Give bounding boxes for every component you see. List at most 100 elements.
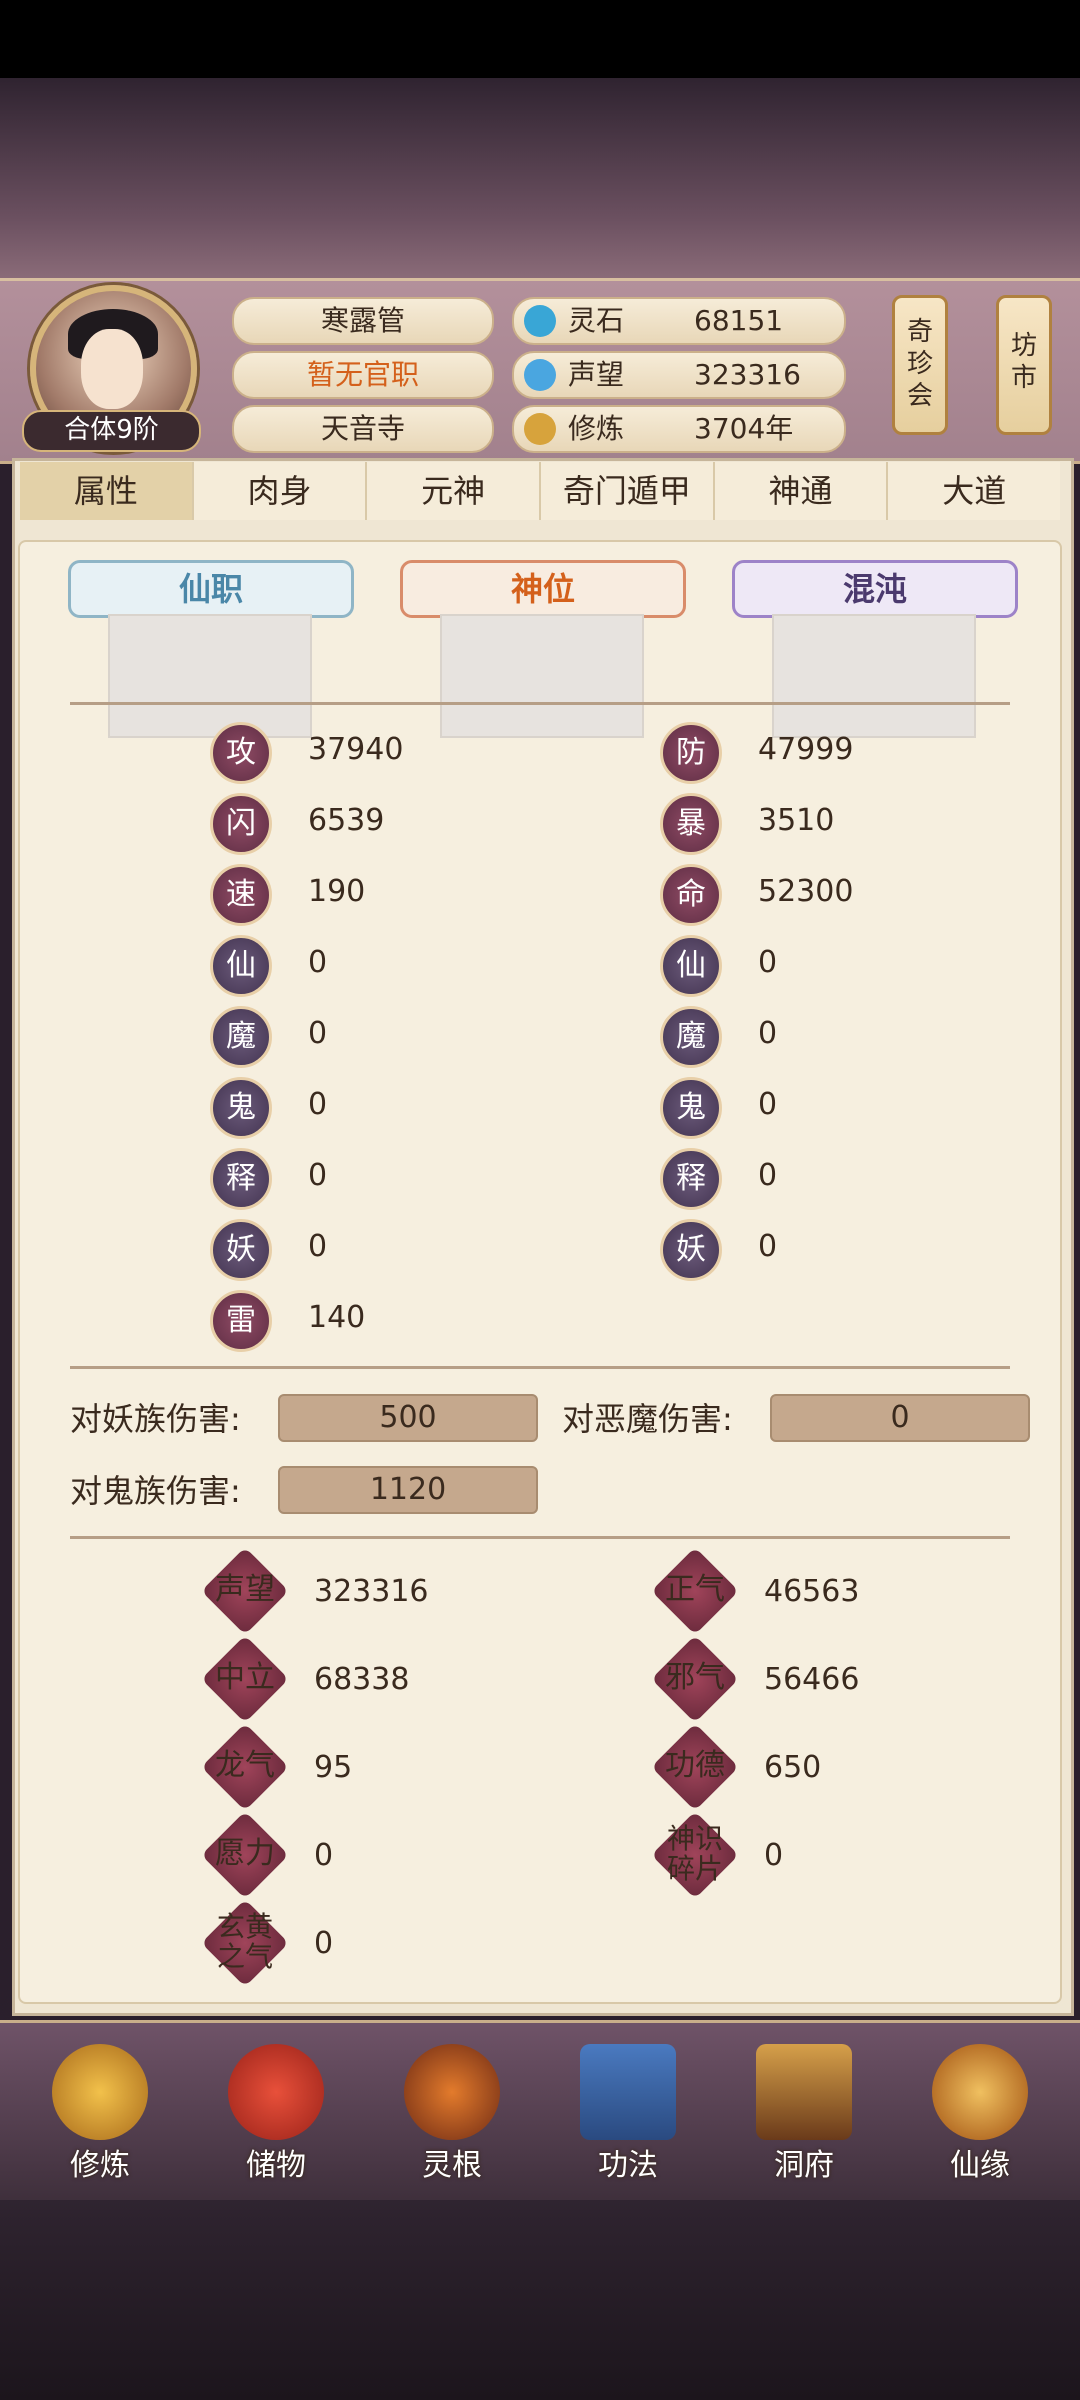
xianzhi-slot[interactable] [108, 614, 312, 738]
extra-stat-value: 46563 [764, 1574, 860, 1609]
hp-icon: 命 [660, 864, 722, 926]
title-pill-official: 暂无官职 [232, 351, 494, 399]
meditation-icon [524, 413, 556, 445]
extra-stat-label: 声望 [215, 1572, 275, 1607]
extra-stat-label: 神识 碎片 [666, 1822, 723, 1885]
extra-stat-label: 玄黄 之气 [216, 1910, 273, 1973]
nav-label: 洞府 [774, 2148, 834, 2183]
book-icon [580, 2044, 676, 2140]
spirit-stone-icon [524, 305, 556, 337]
extra-stat-value: 0 [314, 1838, 334, 1873]
divider [70, 1536, 1010, 1539]
cave-house-icon [756, 2044, 852, 2140]
stat-value: 0 [758, 1087, 778, 1122]
divider [70, 1366, 1010, 1369]
bottom-background [0, 2200, 1080, 2400]
extra-stat-label: 龙气 [215, 1748, 275, 1783]
title-pill-1: 寒露管 [232, 297, 494, 345]
resource-value: 323316 [694, 358, 801, 391]
ghost-defense-icon: 鬼 [660, 1077, 722, 1139]
immortal-defense-icon: 仙 [660, 935, 722, 997]
nav-cultivate[interactable]: 修炼 [30, 2036, 170, 2196]
tab-dao[interactable]: 大道 [888, 462, 1061, 520]
extra-stat-value: 56466 [764, 1662, 860, 1697]
divider [70, 702, 1010, 705]
extra-stat-label: 愿力 [215, 1836, 275, 1871]
position-hundun-button[interactable]: 混沌 [732, 560, 1018, 618]
resource-label: 修炼 [568, 412, 625, 445]
stat-value: 140 [308, 1300, 366, 1335]
shenwei-slot[interactable] [440, 614, 644, 738]
tab-spirit[interactable]: 元神 [367, 462, 542, 520]
extra-stat-value: 68338 [314, 1662, 410, 1697]
nav-spirit-root[interactable]: 灵根 [382, 2036, 522, 2196]
yao-defense-icon: 妖 [660, 1219, 722, 1281]
stat-value: 47999 [758, 732, 854, 767]
top-background [0, 78, 1080, 278]
hundun-slot[interactable] [772, 614, 976, 738]
extra-stat-value: 0 [764, 1838, 784, 1873]
crit-icon: 暴 [660, 793, 722, 855]
tab-divine-power[interactable]: 神通 [714, 462, 889, 520]
resource-label: 灵石 [568, 304, 625, 337]
damage-vs-yao-label: 对妖族伤害: [70, 1400, 241, 1438]
resource-meditation: 修炼 3704年 [512, 405, 846, 453]
treasure-fair-button[interactable]: 奇珍会 [892, 295, 948, 435]
stat-value: 0 [308, 945, 328, 980]
nav-cave-house[interactable]: 洞府 [734, 2036, 874, 2196]
stat-value: 0 [758, 1016, 778, 1051]
extra-stat-label: 正气 [665, 1572, 725, 1607]
stat-value: 0 [308, 1087, 328, 1122]
nav-techniques[interactable]: 功法 [558, 2036, 698, 2196]
gourd-icon [932, 2044, 1028, 2140]
damage-vs-ghost-value: 1120 [278, 1466, 538, 1514]
damage-vs-ghost-label: 对鬼族伤害: [70, 1472, 241, 1510]
extra-stat-value: 650 [764, 1750, 822, 1785]
damage-vs-demon-label: 对恶魔伤害: [562, 1400, 733, 1438]
tab-body[interactable]: 肉身 [193, 462, 368, 520]
reputation-icon [524, 359, 556, 391]
damage-vs-demon-value: 0 [770, 1394, 1030, 1442]
market-button[interactable]: 坊市 [996, 295, 1052, 435]
position-shenwei-button[interactable]: 神位 [400, 560, 686, 618]
bag-icon [228, 2044, 324, 2140]
extra-stat-value: 0 [314, 1926, 334, 1961]
demon-defense-icon: 魔 [660, 1006, 722, 1068]
extra-stat-value: 95 [314, 1750, 353, 1785]
stat-value: 0 [308, 1158, 328, 1193]
stat-value: 190 [308, 874, 366, 909]
spirit-root-icon [404, 2044, 500, 2140]
damage-vs-yao-value: 500 [278, 1394, 538, 1442]
resource-value: 3704年 [694, 412, 794, 445]
buddha-defense-icon: 释 [660, 1148, 722, 1210]
stat-value: 0 [758, 1158, 778, 1193]
extra-stat-label: 邪气 [665, 1660, 725, 1695]
extra-stat-label: 功德 [665, 1748, 725, 1783]
stat-value: 52300 [758, 874, 854, 909]
buddha-attack-icon: 释 [210, 1148, 272, 1210]
tab-bar: 属性 肉身 元神 奇门遁甲 神通 大道 [20, 462, 1061, 522]
immortal-attack-icon: 仙 [210, 935, 272, 997]
position-xianzhi-button[interactable]: 仙职 [68, 560, 354, 618]
rank-badge: 合体9阶 [22, 410, 201, 452]
stat-value: 0 [758, 945, 778, 980]
tab-attributes[interactable]: 属性 [20, 462, 194, 520]
extra-stat-value: 323316 [314, 1574, 429, 1609]
defense-icon: 防 [660, 722, 722, 784]
stat-value: 0 [308, 1229, 328, 1264]
resource-reputation: 声望 323316 [512, 351, 846, 399]
nav-storage[interactable]: 储物 [206, 2036, 346, 2196]
title-pill-sect: 天音寺 [232, 405, 494, 453]
bottom-nav-items: 修炼 储物 灵根 功法 洞府 仙缘 [30, 2036, 1050, 2196]
stat-value: 37940 [308, 732, 404, 767]
nav-fate[interactable]: 仙缘 [910, 2036, 1050, 2196]
extra-stat-label: 中立 [215, 1660, 275, 1695]
stat-value: 0 [308, 1016, 328, 1051]
content-area [18, 540, 1062, 2004]
tab-qimen[interactable]: 奇门遁甲 [541, 462, 715, 520]
thunder-icon: 雷 [210, 1290, 272, 1352]
stat-value: 6539 [308, 803, 385, 838]
status-bar [0, 0, 1080, 78]
nav-label: 修炼 [70, 2148, 130, 2183]
nav-label: 储物 [246, 2148, 306, 2183]
